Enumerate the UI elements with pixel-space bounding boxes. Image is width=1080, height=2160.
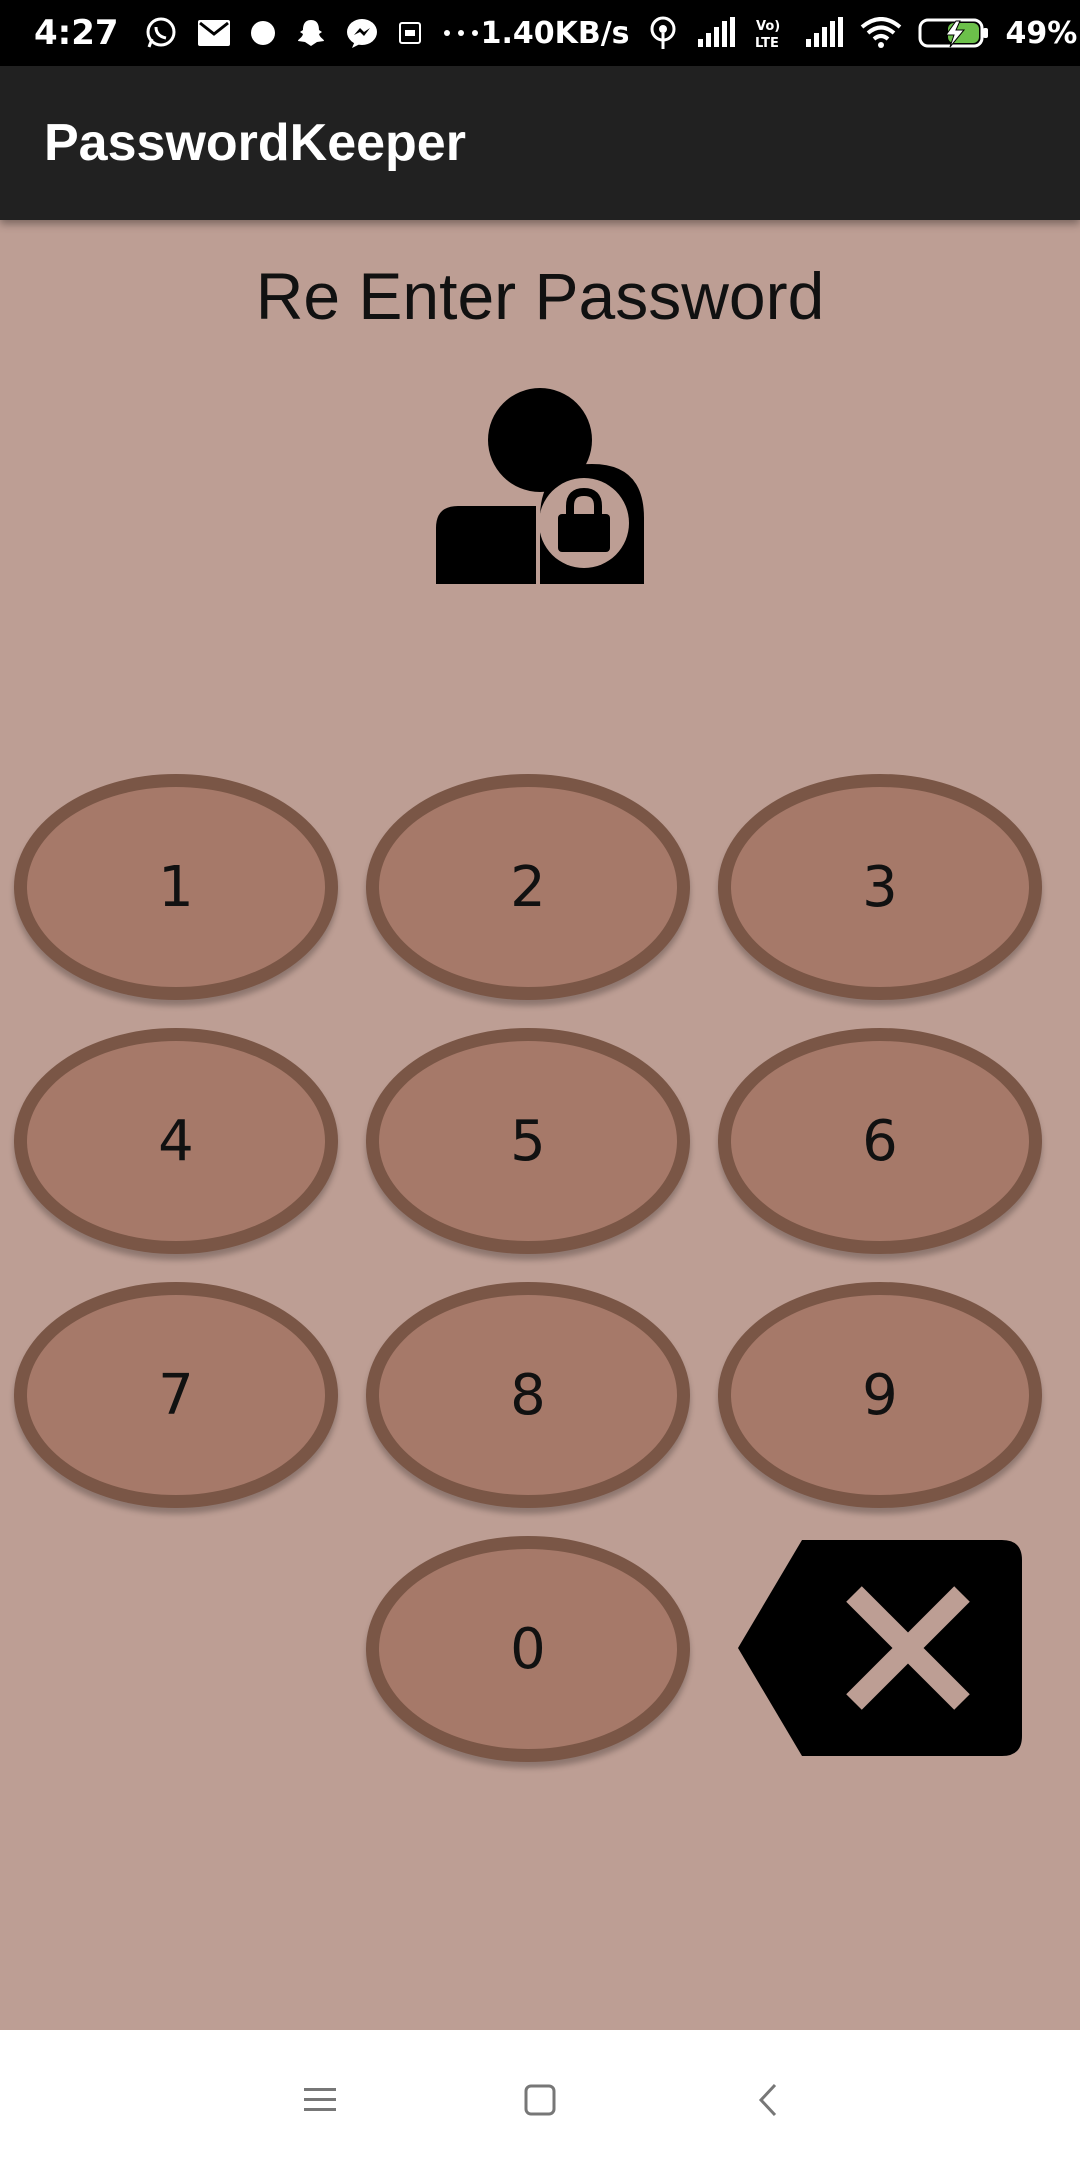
signal-icon	[696, 17, 736, 49]
signal-icon	[804, 17, 844, 49]
screenshot-icon	[397, 20, 423, 46]
home-icon[interactable]	[520, 2080, 560, 2120]
key-3[interactable]: 3	[718, 774, 1042, 1000]
key-8[interactable]: 8	[366, 1282, 690, 1508]
app-bar: PasswordKeeper	[0, 66, 1080, 220]
key-2[interactable]: 2	[366, 774, 690, 1000]
back-icon[interactable]	[748, 2080, 788, 2120]
app-title: PasswordKeeper	[44, 114, 466, 172]
svg-text:LTE: LTE	[755, 36, 779, 51]
dot-icon	[249, 19, 277, 47]
battery-charging-icon	[918, 17, 990, 49]
page-title: Re Enter Password	[255, 259, 825, 333]
gmail-icon	[197, 19, 231, 47]
snapchat-icon	[295, 17, 327, 49]
key-1[interactable]: 1	[14, 774, 338, 1000]
user-lock-icon	[436, 388, 644, 584]
hotspot-icon	[646, 15, 680, 51]
network-speed: 1.40KB/s	[480, 15, 630, 51]
key-4[interactable]: 4	[14, 1028, 338, 1254]
messenger-icon	[345, 16, 379, 50]
wifi-icon	[860, 17, 902, 49]
menu-icon[interactable]	[300, 2080, 340, 2120]
key-6[interactable]: 6	[718, 1028, 1042, 1254]
battery-percent: 49%	[1005, 15, 1078, 51]
status-bar: 4:27 1.40KB/s Vo) LTE 49%	[0, 0, 1080, 66]
key-7[interactable]: 7	[14, 1282, 338, 1508]
volte-icon: Vo) LTE	[752, 15, 788, 51]
key-0[interactable]: 0	[366, 1536, 690, 1762]
whatsapp-icon	[143, 15, 179, 51]
backspace-button[interactable]	[738, 1540, 1022, 1756]
svg-text:Vo): Vo)	[756, 19, 780, 34]
key-9[interactable]: 9	[718, 1282, 1042, 1508]
status-time: 4:27	[34, 13, 119, 53]
key-5[interactable]: 5	[366, 1028, 690, 1254]
more-dots-icon	[441, 28, 481, 38]
backspace-icon	[738, 1540, 1022, 1756]
